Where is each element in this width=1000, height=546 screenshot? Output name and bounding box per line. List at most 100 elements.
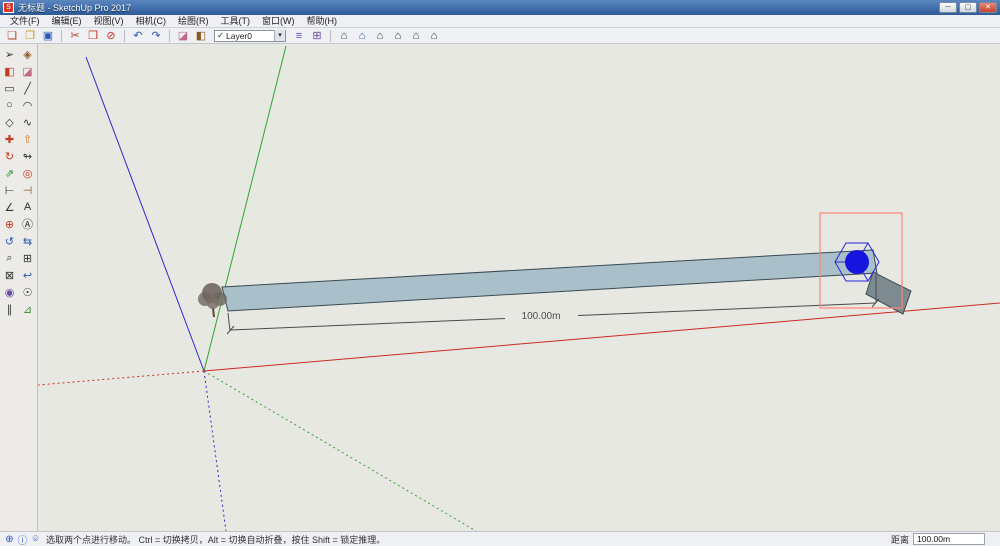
maximize-button[interactable]: ▢ bbox=[959, 2, 977, 13]
toolbar-separator bbox=[61, 30, 62, 42]
menu-tools[interactable]: 工具(T) bbox=[215, 15, 257, 27]
pan-tool[interactable]: ⇆ bbox=[19, 233, 36, 249]
blue-axis bbox=[86, 57, 204, 371]
dimension-tool[interactable]: ⊣ bbox=[19, 182, 36, 198]
sphere-entity[interactable] bbox=[845, 250, 869, 274]
previous-view-tool[interactable]: ↩ bbox=[19, 267, 36, 283]
measurement-input[interactable] bbox=[913, 533, 985, 545]
undo-button[interactable]: ↶ bbox=[130, 29, 146, 43]
blue-axis-dotted bbox=[204, 371, 226, 531]
minimize-button[interactable]: ─ bbox=[939, 2, 957, 13]
menu-edit[interactable]: 编辑(E) bbox=[46, 15, 88, 27]
axes-tool[interactable]: ⊕ bbox=[1, 216, 18, 232]
measurement-label: 距离 bbox=[891, 533, 909, 546]
green-axis-dotted bbox=[204, 371, 476, 531]
text-tool[interactable]: A bbox=[19, 199, 36, 215]
open-button[interactable]: ❐ bbox=[22, 29, 38, 43]
chevron-down-icon[interactable]: ▾ bbox=[274, 30, 285, 41]
3d-text-tool[interactable]: Ⓐ bbox=[19, 216, 36, 232]
iso-view-button[interactable]: ⌂ bbox=[336, 29, 352, 43]
save-button[interactable]: ▣ bbox=[40, 29, 56, 43]
layer-dropdown[interactable]: ✓ Layer0 ▾ bbox=[214, 30, 286, 42]
orbit-tool[interactable]: ↺ bbox=[1, 233, 18, 249]
push-pull-tool[interactable]: ⇧ bbox=[19, 131, 36, 147]
dimension-line-left bbox=[230, 319, 505, 331]
menubar: 文件(F) 编辑(E) 视图(V) 相机(C) 绘图(R) 工具(T) 窗口(W… bbox=[0, 15, 1000, 28]
polygon-tool[interactable]: ◇ bbox=[1, 114, 18, 130]
credits-icon[interactable]: ⓘ bbox=[16, 533, 29, 546]
look-around-tool[interactable]: ☉ bbox=[19, 284, 36, 300]
circle-tool[interactable]: ○ bbox=[1, 97, 18, 113]
cut-button[interactable]: ✂ bbox=[67, 29, 83, 43]
statusbar: ⊕ ⓘ ⌾ 选取两个点进行移动。 Ctrl = 切换拷贝，Alt = 切换自动折… bbox=[0, 531, 1000, 546]
erase-button[interactable]: ⊘ bbox=[103, 29, 119, 43]
follow-me-tool[interactable]: ↬ bbox=[19, 148, 36, 164]
geolocation-icon[interactable]: ⊕ bbox=[3, 533, 16, 546]
tape-measure-tool[interactable]: ⊢ bbox=[1, 182, 18, 198]
menu-file[interactable]: 文件(F) bbox=[4, 15, 46, 27]
sketchup-window: S 无标题 - SketchUp Pro 2017 ─ ▢ ✕ 文件(F) 编辑… bbox=[0, 0, 1000, 546]
green-axis bbox=[204, 46, 286, 371]
left-view-button[interactable]: ⌂ bbox=[426, 29, 442, 43]
scale-tool[interactable]: ⇗ bbox=[1, 165, 18, 181]
red-axis-dotted bbox=[38, 371, 204, 385]
line-tool[interactable]: ╱ bbox=[19, 80, 36, 96]
red-axis bbox=[204, 303, 1000, 371]
paint-bucket-button[interactable]: ◧ bbox=[193, 29, 209, 43]
paint-bucket-tool[interactable]: ◧ bbox=[1, 63, 18, 79]
rectangle-tool[interactable]: ▭ bbox=[1, 80, 18, 96]
new-document-button[interactable]: ❏ bbox=[4, 29, 20, 43]
make-component-tool[interactable]: ◈ bbox=[19, 46, 36, 62]
dimension-extension-left bbox=[228, 313, 230, 331]
right-view-button[interactable]: ⌂ bbox=[390, 29, 406, 43]
viewport[interactable]: 100.00m bbox=[38, 44, 1000, 531]
window-title: 无标题 - SketchUp Pro 2017 bbox=[18, 1, 937, 14]
layer-add-button[interactable]: ⊞ bbox=[309, 29, 325, 43]
section-plane-tool[interactable]: ⊿ bbox=[19, 301, 36, 317]
layer-check-icon: ✓ bbox=[215, 30, 226, 41]
titlebar: S 无标题 - SketchUp Pro 2017 ─ ▢ ✕ bbox=[0, 0, 1000, 15]
close-button[interactable]: ✕ bbox=[979, 2, 997, 13]
app-icon: S bbox=[3, 2, 14, 13]
main-area: ➢ ◈ ◧ ◪ ▭ ╱ ○ ◠ ◇ ∿ ✚ ⇧ ↻ ↬ ⇗ ◎ ⊢ ⊣ ∠ A … bbox=[0, 44, 1000, 531]
toolbar-separator bbox=[124, 30, 125, 42]
zoom-tool[interactable]: ⌕ bbox=[1, 250, 18, 266]
tree-foliage bbox=[207, 297, 219, 309]
select-tool[interactable]: ➢ bbox=[1, 46, 18, 62]
protractor-tool[interactable]: ∠ bbox=[1, 199, 18, 215]
viewport-canvas[interactable]: 100.00m bbox=[38, 44, 1000, 531]
toolbar-separator bbox=[169, 30, 170, 42]
move-tool[interactable]: ✚ bbox=[1, 131, 18, 147]
top-view-button[interactable]: ⌂ bbox=[354, 29, 370, 43]
dimension-line-right bbox=[578, 303, 876, 316]
road-plane-face[interactable] bbox=[222, 250, 877, 311]
front-view-button[interactable]: ⌂ bbox=[372, 29, 388, 43]
rotate-tool[interactable]: ↻ bbox=[1, 148, 18, 164]
arc-tool[interactable]: ◠ bbox=[19, 97, 36, 113]
menu-help[interactable]: 帮助(H) bbox=[301, 15, 344, 27]
freehand-tool[interactable]: ∿ bbox=[19, 114, 36, 130]
claim-icon[interactable]: ⌾ bbox=[29, 533, 42, 546]
toolbar: ❏ ❐ ▣ ✂ ❒ ⊘ ↶ ↷ ◪ ◧ ✓ Layer0 ▾ ≡ ⊞ ⌂ ⌂ ⌂… bbox=[0, 28, 1000, 44]
menu-camera[interactable]: 相机(C) bbox=[130, 15, 173, 27]
menu-window[interactable]: 窗口(W) bbox=[256, 15, 301, 27]
zoom-extents-tool[interactable]: ⊠ bbox=[1, 267, 18, 283]
layer-dropdown-value: Layer0 bbox=[226, 31, 274, 41]
dimension-label: 100.00m bbox=[522, 311, 561, 322]
eraser-button[interactable]: ◪ bbox=[175, 29, 191, 43]
menu-view[interactable]: 视图(V) bbox=[88, 15, 130, 27]
walk-tool[interactable]: ∥ bbox=[1, 301, 18, 317]
status-hint: 选取两个点进行移动。 Ctrl = 切换拷贝，Alt = 切换自动折叠，按住 S… bbox=[46, 533, 891, 546]
eraser-tool[interactable]: ◪ bbox=[19, 63, 36, 79]
copy-button[interactable]: ❒ bbox=[85, 29, 101, 43]
tool-palette: ➢ ◈ ◧ ◪ ▭ ╱ ○ ◠ ◇ ∿ ✚ ⇧ ↻ ↬ ⇗ ◎ ⊢ ⊣ ∠ A … bbox=[0, 44, 38, 531]
layer-manager-button[interactable]: ≡ bbox=[291, 29, 307, 43]
back-view-button[interactable]: ⌂ bbox=[408, 29, 424, 43]
tree-trunk bbox=[213, 308, 214, 317]
toolbar-separator bbox=[330, 30, 331, 42]
menu-draw[interactable]: 绘图(R) bbox=[172, 15, 215, 27]
offset-tool[interactable]: ◎ bbox=[19, 165, 36, 181]
redo-button[interactable]: ↷ bbox=[148, 29, 164, 43]
zoom-window-tool[interactable]: ⊞ bbox=[19, 250, 36, 266]
position-camera-tool[interactable]: ◉ bbox=[1, 284, 18, 300]
